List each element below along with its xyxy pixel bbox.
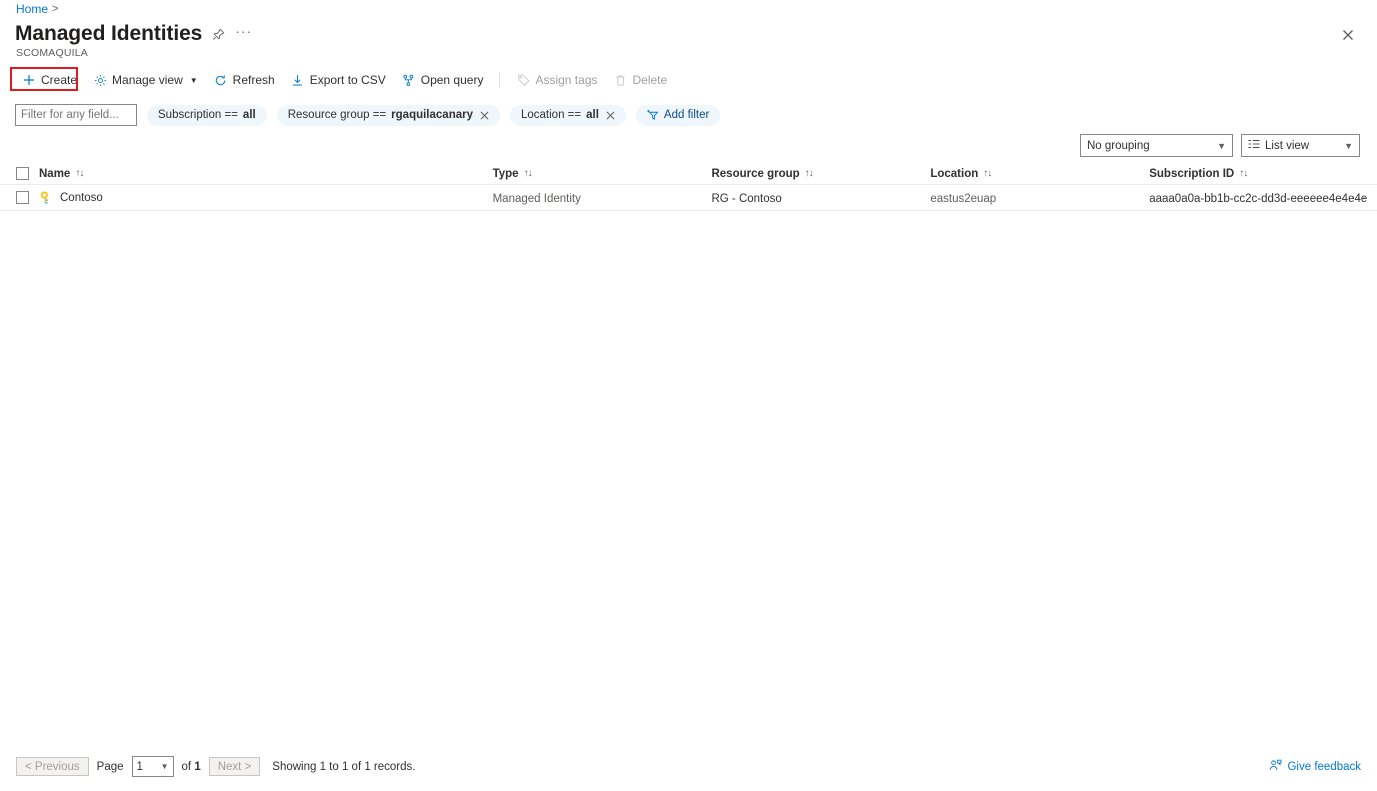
column-header-location-label: Location: [930, 168, 978, 180]
managed-identities-page: Home > Managed Identities ··· SCOMAQUILA…: [0, 0, 1377, 791]
filter-chip-location-remove-icon[interactable]: [606, 111, 615, 120]
give-feedback-button[interactable]: Give feedback: [1269, 759, 1361, 775]
grouping-select-value: No grouping: [1087, 140, 1150, 152]
chevron-down-icon: ▼: [190, 76, 198, 85]
add-filter-icon: [647, 109, 659, 121]
chevron-down-icon: ▼: [161, 762, 169, 771]
command-bar: Create Manage view ▼ Refresh: [14, 69, 675, 91]
gear-icon: [93, 73, 107, 87]
close-icon[interactable]: [1337, 24, 1359, 46]
feedback-person-icon: [1269, 759, 1282, 775]
resources-table: Name ↑↓ Type ↑↓ Resource group ↑↓ Locati…: [0, 163, 1377, 211]
create-button[interactable]: Create: [14, 67, 85, 93]
grouping-select[interactable]: No grouping ▼: [1080, 134, 1233, 157]
filter-chip-subscription-label: Subscription ==: [158, 109, 238, 121]
cell-resource-group[interactable]: RG - Contoso: [711, 193, 781, 205]
column-header-type-label: Type: [493, 168, 519, 180]
next-page-button[interactable]: Next >: [209, 757, 261, 776]
refresh-label: Refresh: [233, 73, 275, 87]
plus-icon: [22, 73, 36, 87]
cell-subscription-id: aaaa0a0a-bb1b-cc2c-dd3d-eeeeee4e4e4e: [1149, 193, 1367, 205]
row-select-checkbox[interactable]: [16, 191, 29, 204]
page-subtitle: SCOMAQUILA: [16, 47, 88, 59]
chevron-down-icon: ▼: [1344, 141, 1353, 151]
page-title-row: Managed Identities ···: [15, 21, 252, 47]
search-input[interactable]: [15, 104, 137, 126]
column-header-name-label: Name: [39, 168, 70, 180]
download-icon: [291, 73, 305, 87]
breadcrumb-home-link[interactable]: Home: [16, 2, 48, 16]
refresh-icon: [214, 73, 228, 87]
view-controls: No grouping ▼ List view ▼: [1080, 134, 1360, 157]
sort-icon: ↑↓: [524, 168, 532, 179]
filter-chip-resource-group[interactable]: Resource group == rgaquilacanary: [277, 105, 500, 126]
row-context-menu-icon[interactable]: ···: [1351, 194, 1367, 202]
give-feedback-label: Give feedback: [1287, 761, 1361, 773]
page-title: Managed Identities: [15, 21, 202, 47]
filter-chip-location[interactable]: Location == all: [510, 105, 626, 126]
column-header-resource-group[interactable]: Resource group ↑↓: [711, 168, 930, 180]
column-header-type[interactable]: Type ↑↓: [493, 168, 712, 180]
column-header-subscription-id-label: Subscription ID: [1149, 168, 1234, 180]
page-total-label: of 1: [182, 761, 201, 773]
previous-page-button[interactable]: < Previous: [16, 757, 89, 776]
add-filter-button[interactable]: Add filter: [636, 105, 720, 126]
export-to-csv-button[interactable]: Export to CSV: [283, 67, 394, 93]
managed-identity-key-icon: [39, 191, 53, 205]
sort-icon: ↑↓: [983, 168, 991, 179]
page-more-options-icon[interactable]: ···: [235, 23, 252, 45]
breadcrumb: Home >: [16, 2, 58, 16]
pagination-bar: < Previous Page 1 ▼ of 1 Next > Showing …: [0, 756, 1377, 777]
filter-chip-subscription[interactable]: Subscription == all: [147, 105, 267, 126]
column-header-name[interactable]: Name ↑↓: [39, 168, 83, 180]
view-mode-select-value: List view: [1265, 140, 1309, 152]
page-label: Page: [97, 761, 124, 773]
chevron-down-icon: ▼: [1217, 141, 1226, 151]
delete-label: Delete: [633, 73, 668, 87]
open-query-label: Open query: [421, 73, 484, 87]
column-header-subscription-id[interactable]: Subscription ID ↑↓: [1149, 168, 1377, 180]
filter-chip-location-label: Location ==: [521, 109, 581, 121]
trash-icon: [614, 73, 628, 87]
assign-tags-button[interactable]: Assign tags: [508, 67, 605, 93]
add-filter-label: Add filter: [664, 109, 709, 121]
filter-chip-resource-group-label: Resource group ==: [288, 109, 386, 121]
select-all-checkbox[interactable]: [16, 167, 29, 180]
column-header-location[interactable]: Location ↑↓: [930, 168, 1149, 180]
manage-view-button[interactable]: Manage view ▼: [85, 67, 206, 93]
assign-tags-label: Assign tags: [535, 73, 597, 87]
page-number-value: 1: [137, 761, 143, 773]
filter-bar: Subscription == all Resource group == rg…: [15, 104, 720, 126]
sort-icon: ↑↓: [75, 168, 83, 179]
total-pages-value: 1: [194, 761, 200, 773]
export-to-csv-label: Export to CSV: [310, 73, 386, 87]
resource-name-link[interactable]: Contoso: [60, 192, 103, 204]
toolbar-divider: [499, 72, 500, 88]
cell-location: eastus2euap: [930, 193, 996, 205]
page-number-select[interactable]: 1 ▼: [132, 756, 174, 777]
sort-icon: ↑↓: [805, 168, 813, 179]
records-summary: Showing 1 to 1 of 1 records.: [272, 761, 415, 773]
filter-chip-subscription-value: all: [243, 109, 256, 121]
filter-chip-resource-group-remove-icon[interactable]: [480, 111, 489, 120]
manage-view-label: Manage view: [112, 73, 183, 87]
create-button-label: Create: [41, 73, 77, 87]
cell-type: Managed Identity: [493, 193, 581, 205]
table-header-row: Name ↑↓ Type ↑↓ Resource group ↑↓ Locati…: [0, 163, 1377, 185]
delete-button[interactable]: Delete: [606, 67, 676, 93]
sort-icon: ↑↓: [1239, 168, 1247, 179]
refresh-button[interactable]: Refresh: [206, 67, 283, 93]
column-header-resource-group-label: Resource group: [711, 168, 799, 180]
filter-chip-resource-group-value: rgaquilacanary: [391, 109, 473, 121]
table-row[interactable]: Contoso Managed Identity RG - Contoso ea…: [0, 185, 1377, 211]
query-graph-icon: [402, 73, 416, 87]
open-query-button[interactable]: Open query: [394, 67, 492, 93]
tag-icon: [516, 73, 530, 87]
list-view-icon: [1248, 139, 1260, 152]
view-mode-select[interactable]: List view ▼: [1241, 134, 1360, 157]
of-label: of: [182, 761, 192, 773]
pin-icon[interactable]: [212, 28, 225, 41]
filter-chip-location-value: all: [586, 109, 599, 121]
breadcrumb-separator-icon: >: [52, 2, 58, 16]
